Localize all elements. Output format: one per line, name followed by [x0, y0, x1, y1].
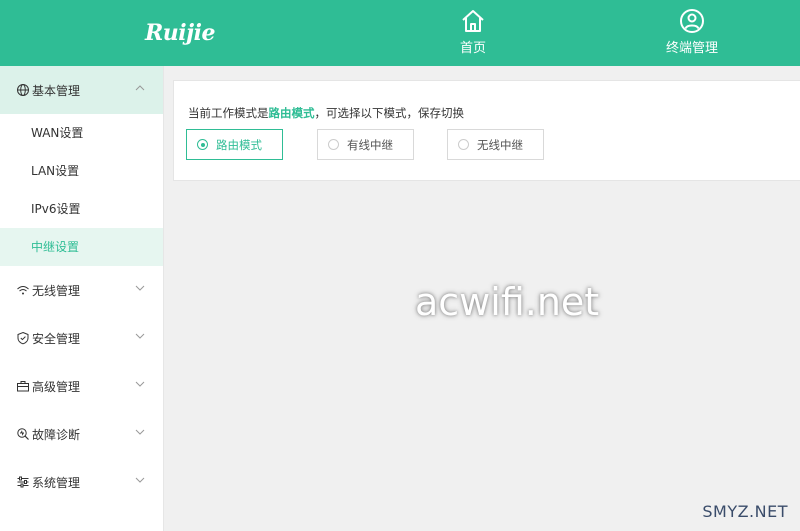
radio-wireless-relay[interactable]: 无线中继 [447, 129, 544, 160]
chevron-down-icon [135, 477, 145, 483]
sidebar-group-security[interactable]: 安全管理 [0, 314, 163, 362]
sidebar: 基本管理 WAN设置 LAN设置 IPv6设置 中继设置 无线管理 安全管理 高… [0, 66, 164, 531]
nav-home-label: 首页 [459, 41, 486, 56]
sidebar-group-system[interactable]: 系统管理 [0, 458, 163, 506]
sidebar-group-label: 基本管理 [32, 83, 81, 98]
sidebar-group-advanced[interactable]: 高级管理 [0, 362, 163, 410]
sidebar-group-wireless[interactable]: 无线管理 [0, 266, 163, 314]
radio-label: 路由模式 [216, 137, 262, 152]
mode-prefix: 当前工作模式是 [188, 106, 269, 120]
mode-suffix: ，可选择以下模式，保存切换 [314, 106, 465, 120]
nav-home[interactable]: 首页 [423, 8, 523, 56]
diagnose-icon [16, 427, 30, 441]
sidebar-group-label: 高级管理 [32, 379, 81, 394]
sidebar-group-label: 故障诊断 [32, 427, 81, 442]
chevron-down-icon [135, 333, 145, 339]
sidebar-group-basic[interactable]: 基本管理 [0, 66, 163, 114]
sidebar-group-label: 安全管理 [32, 331, 81, 346]
chevron-up-icon [135, 85, 145, 91]
sidebar-item-wan[interactable]: WAN设置 [0, 114, 163, 152]
corner-watermark: SMYZ.NET [702, 502, 788, 521]
radio-wired-relay[interactable]: 有线中继 [317, 129, 414, 160]
radio-label: 有线中继 [347, 137, 393, 152]
watermark: acwifi.net [415, 280, 600, 324]
sidebar-group-label: 系统管理 [32, 475, 81, 490]
sidebar-item-relay[interactable]: 中继设置 [0, 228, 163, 266]
nav-terminal-management[interactable]: 终端管理 [642, 8, 742, 56]
radio-checked-icon [197, 139, 208, 150]
sidebar-item-ipv6[interactable]: IPv6设置 [0, 190, 163, 228]
user-circle-icon [680, 9, 704, 33]
globe-icon [16, 83, 30, 97]
sidebar-group-label: 无线管理 [32, 283, 81, 298]
chevron-down-icon [135, 285, 145, 291]
brand-logo: Ruijie [145, 20, 215, 46]
top-bar: Ruijie 首页 终端管理 [0, 0, 800, 66]
current-mode-text: 当前工作模式是路由模式，可选择以下模式，保存切换 [188, 105, 464, 121]
sidebar-item-lan[interactable]: LAN设置 [0, 152, 163, 190]
radio-router-mode[interactable]: 路由模式 [186, 129, 283, 160]
sliders-icon [16, 475, 30, 489]
sidebar-group-diagnosis[interactable]: 故障诊断 [0, 410, 163, 458]
nav-terminal-label: 终端管理 [665, 41, 718, 56]
radio-label: 无线中继 [477, 137, 523, 152]
chevron-down-icon [135, 381, 145, 387]
shield-icon [16, 331, 30, 345]
radio-unchecked-icon [328, 139, 339, 150]
relay-mode-card: 当前工作模式是路由模式，可选择以下模式，保存切换 路由模式 有线中继 无线中继 [173, 80, 800, 181]
chevron-down-icon [135, 429, 145, 435]
current-mode-value: 路由模式 [268, 106, 315, 120]
wifi-icon [16, 283, 30, 297]
home-icon [462, 10, 484, 32]
radio-unchecked-icon [458, 139, 469, 150]
toolbox-icon [16, 379, 30, 393]
